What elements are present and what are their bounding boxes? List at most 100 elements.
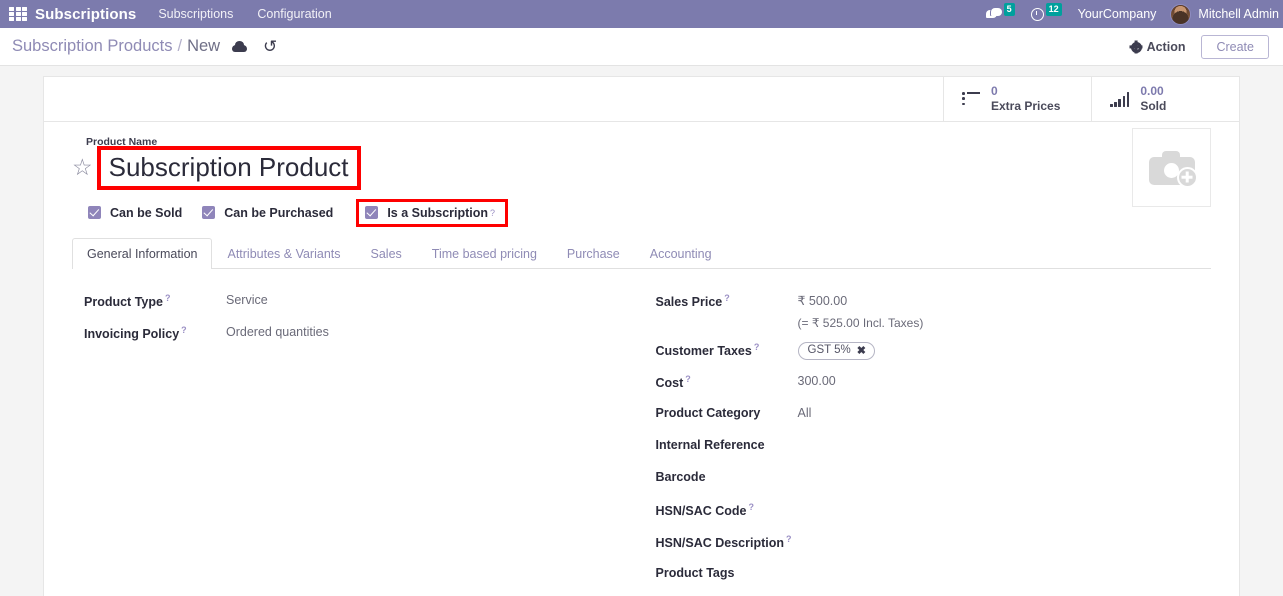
product-category-label: Product Category	[656, 404, 798, 420]
field-cost: Cost? 300.00	[656, 372, 1192, 404]
cost-tooltip-icon[interactable]: ?	[685, 374, 691, 384]
hsn-sac-description-label-text: HSN/SAC Description	[656, 536, 785, 550]
stat-button-extra-prices[interactable]: 0 Extra Prices	[943, 77, 1091, 121]
tax-tag-gst-5[interactable]: GST 5% ✖	[798, 342, 875, 360]
company-switcher[interactable]: YourCompany	[1078, 7, 1157, 21]
tab-purchase[interactable]: Purchase	[552, 238, 635, 269]
product-name-input[interactable]: Subscription Product	[109, 152, 349, 182]
general-info-left-column: Product Type? Service Invoicing Policy? …	[72, 291, 642, 596]
checkbox-is-a-subscription[interactable]: Is a Subscription ?	[359, 202, 505, 224]
tab-sales[interactable]: Sales	[356, 238, 417, 269]
top-navbar: Subscriptions Subscriptions Configuratio…	[0, 0, 1283, 28]
product-flags-row: Can be Sold Can be Purchased Is a Subscr…	[88, 202, 1211, 224]
messages-button[interactable]: 5	[986, 8, 1015, 21]
messages-badge: 5	[1004, 3, 1015, 16]
can-be-sold-label: Can be Sold	[110, 206, 182, 220]
invoicing-policy-tooltip-icon[interactable]: ?	[181, 325, 187, 335]
undo-discard-icon[interactable]: ↻	[263, 38, 277, 55]
hsn-sac-description-tooltip-icon[interactable]: ?	[786, 534, 792, 544]
product-image-upload[interactable]	[1132, 128, 1211, 207]
sales-price-label: Sales Price?	[656, 291, 798, 309]
gear-icon	[1131, 42, 1142, 53]
user-menu[interactable]: Mitchell Admin	[1170, 4, 1279, 25]
breadcrumb-parent[interactable]: Subscription Products	[12, 37, 173, 56]
hsn-sac-code-tooltip-icon[interactable]: ?	[748, 502, 754, 512]
sales-price-label-text: Sales Price	[656, 295, 723, 309]
product-title-row: ☆ Subscription Product	[72, 150, 1211, 186]
field-invoicing-policy: Invoicing Policy? Ordered quantities	[84, 323, 622, 355]
field-sales-price: Sales Price? ₹ 500.00	[656, 291, 1192, 316]
control-panel: Subscription Products / New ↻ Action Cre…	[0, 28, 1283, 66]
hsn-sac-code-label: HSN/SAC Code?	[656, 500, 798, 518]
field-product-tags: Product Tags	[656, 564, 1192, 596]
hsn-sac-description-label: HSN/SAC Description?	[656, 532, 798, 550]
field-customer-taxes: Customer Taxes? GST 5% ✖	[656, 340, 1192, 372]
field-product-type: Product Type? Service	[84, 291, 622, 323]
customer-taxes-label: Customer Taxes?	[656, 340, 798, 358]
cost-label-text: Cost	[656, 376, 684, 390]
cost-label: Cost?	[656, 372, 798, 390]
list-icon	[962, 92, 980, 106]
clock-icon	[1031, 8, 1044, 21]
action-menu-button[interactable]: Action	[1131, 40, 1186, 54]
sales-price-tax-note: (= ₹ 525.00 Incl. Taxes)	[798, 316, 1192, 340]
customer-taxes-tooltip-icon[interactable]: ?	[754, 342, 760, 352]
customer-taxes-value[interactable]: GST 5% ✖	[798, 340, 875, 360]
is-a-subscription-checkbox[interactable]	[365, 206, 378, 219]
tab-general-information[interactable]: General Information	[72, 238, 212, 269]
product-name-highlight: Subscription Product	[101, 150, 357, 186]
is-a-subscription-tooltip-icon[interactable]: ?	[490, 208, 495, 218]
form-sheet: 0 Extra Prices 0.00 Sold	[43, 76, 1240, 596]
field-product-category: Product Category All	[656, 404, 1192, 436]
invoicing-policy-value[interactable]: Ordered quantities	[226, 323, 329, 339]
record-actions: ↻	[232, 38, 277, 55]
invoicing-policy-label: Invoicing Policy?	[84, 323, 226, 341]
customer-taxes-label-text: Customer Taxes	[656, 344, 752, 358]
tab-time-based-pricing[interactable]: Time based pricing	[417, 238, 552, 269]
product-type-label: Product Type?	[84, 291, 226, 309]
tab-attributes-variants[interactable]: Attributes & Variants	[212, 238, 355, 269]
general-info-right-column: Sales Price? ₹ 500.00 (= ₹ 525.00 Incl. …	[642, 291, 1212, 596]
menu-configuration[interactable]: Configuration	[257, 7, 331, 21]
chat-icon	[986, 8, 1002, 21]
action-menu-label: Action	[1147, 40, 1186, 54]
hsn-sac-code-label-text: HSN/SAC Code	[656, 504, 747, 518]
cloud-save-icon[interactable]	[232, 41, 247, 52]
product-type-value[interactable]: Service	[226, 291, 268, 307]
control-panel-right: Action Create	[1131, 28, 1269, 66]
camera-add-icon	[1149, 151, 1195, 185]
tax-tag-label: GST 5%	[808, 344, 851, 356]
stat-extra-prices-label: Extra Prices	[991, 99, 1060, 114]
checkbox-can-be-sold[interactable]: Can be Sold	[88, 206, 182, 220]
navbar-right-group: 5 12 YourCompany Mitchell Admin	[986, 0, 1283, 28]
app-brand-subscriptions[interactable]: Subscriptions	[35, 6, 136, 23]
bar-chart-icon	[1110, 92, 1129, 107]
internal-reference-label: Internal Reference	[656, 436, 798, 452]
product-category-value[interactable]: All	[798, 404, 812, 420]
cost-value[interactable]: 300.00	[798, 372, 836, 388]
stat-button-box: 0 Extra Prices 0.00 Sold	[44, 77, 1239, 122]
tab-panel-general-information: Product Type? Service Invoicing Policy? …	[72, 269, 1211, 596]
can-be-sold-checkbox[interactable]	[88, 206, 101, 219]
stat-extra-prices-value: 0	[991, 84, 1060, 99]
can-be-purchased-checkbox[interactable]	[202, 206, 215, 219]
tax-tag-remove-icon[interactable]: ✖	[857, 344, 866, 357]
sales-price-value[interactable]: ₹ 500.00	[798, 291, 848, 308]
stat-sold-label: Sold	[1140, 99, 1166, 114]
sales-price-tooltip-icon[interactable]: ?	[724, 293, 730, 303]
stat-button-sold[interactable]: 0.00 Sold	[1091, 77, 1239, 121]
barcode-label: Barcode	[656, 468, 798, 484]
product-tags-label: Product Tags	[656, 564, 798, 580]
tab-accounting[interactable]: Accounting	[635, 238, 727, 269]
product-name-label: Product Name	[86, 136, 1211, 148]
checkbox-can-be-purchased[interactable]: Can be Purchased	[202, 206, 333, 220]
activities-button[interactable]: 12	[1031, 8, 1062, 21]
product-type-tooltip-icon[interactable]: ?	[165, 293, 171, 303]
stat-sold-value: 0.00	[1140, 84, 1166, 99]
activities-badge: 12	[1046, 3, 1062, 16]
product-type-label-text: Product Type	[84, 295, 163, 309]
apps-grid-icon[interactable]	[9, 7, 27, 21]
menu-subscriptions[interactable]: Subscriptions	[158, 7, 233, 21]
star-outline-icon[interactable]: ☆	[72, 156, 93, 179]
create-button[interactable]: Create	[1201, 35, 1269, 59]
